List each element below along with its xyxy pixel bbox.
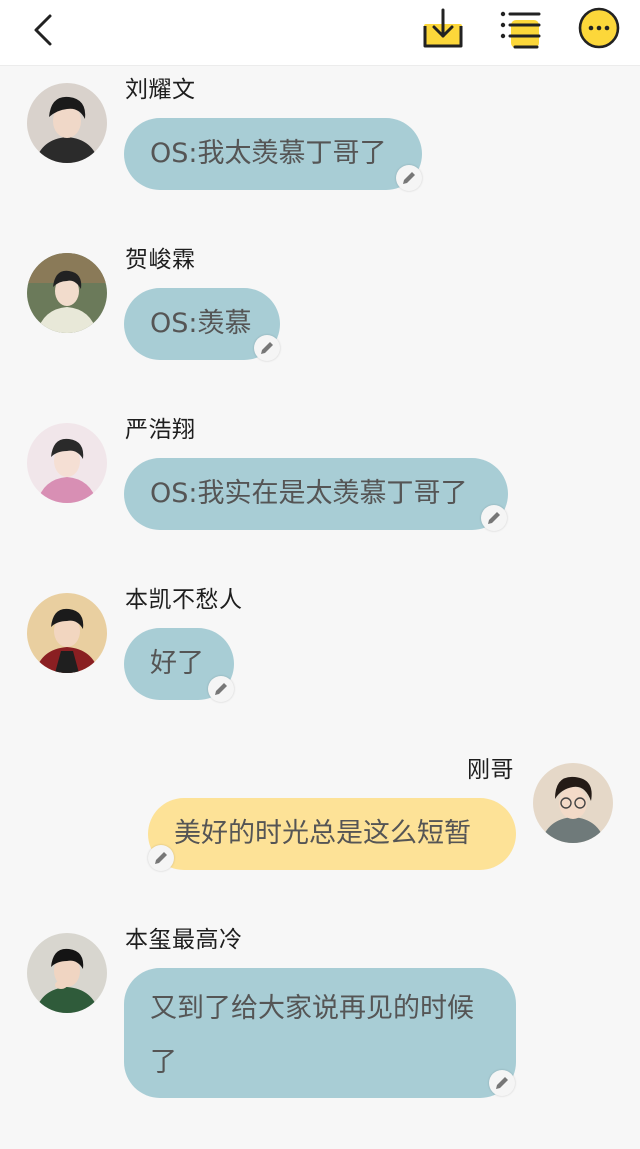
sender-name: 贺峻霖: [125, 247, 196, 273]
top-bar: [0, 0, 640, 66]
edit-button[interactable]: [396, 165, 422, 191]
more-button[interactable]: [576, 6, 622, 52]
avatar[interactable]: [27, 423, 107, 503]
avatar[interactable]: [27, 83, 107, 163]
avatar[interactable]: [27, 933, 107, 1013]
pencil-icon: [496, 1077, 508, 1089]
message-bubble[interactable]: OS:我太羡慕丁哥了: [124, 118, 422, 190]
list-icon: [500, 11, 541, 49]
edit-button[interactable]: [254, 335, 280, 361]
edit-button[interactable]: [481, 505, 507, 531]
message-text: 美好的时光总是这么短暂: [174, 818, 471, 849]
chevron-left-icon: [34, 14, 52, 46]
pencil-icon: [261, 342, 273, 354]
pencil-icon: [155, 852, 167, 864]
more-horizontal-icon: [578, 7, 620, 49]
message-text: OS:我实在是太羡慕丁哥了: [150, 478, 468, 509]
avatar[interactable]: [27, 593, 107, 673]
pencil-icon: [403, 172, 415, 184]
edit-button[interactable]: [489, 1070, 515, 1096]
avatar[interactable]: [533, 763, 613, 843]
sender-name: 本玺最高冷: [125, 927, 243, 953]
sender-name: 严浩翔: [125, 417, 196, 443]
avatar[interactable]: [27, 253, 107, 333]
download-icon: [423, 8, 463, 48]
edit-button[interactable]: [208, 676, 234, 702]
message-bubble[interactable]: 美好的时光总是这么短暂: [148, 798, 516, 870]
pencil-icon: [215, 683, 227, 695]
edit-button[interactable]: [148, 845, 174, 871]
sender-name: 本凯不愁人: [125, 587, 243, 613]
message-bubble[interactable]: 又到了给大家说再见的时候了: [124, 968, 516, 1098]
message-text: OS:我太羡慕丁哥了: [150, 138, 387, 169]
back-button[interactable]: [26, 8, 66, 52]
message-text: 又到了给大家说再见的时候了: [150, 993, 474, 1078]
download-button[interactable]: [420, 6, 466, 52]
sender-name: 刚哥: [467, 757, 514, 783]
message-bubble[interactable]: OS:我实在是太羡慕丁哥了: [124, 458, 508, 530]
pencil-icon: [488, 512, 500, 524]
sender-name: 刘耀文: [125, 77, 196, 103]
list-button[interactable]: [497, 6, 543, 52]
